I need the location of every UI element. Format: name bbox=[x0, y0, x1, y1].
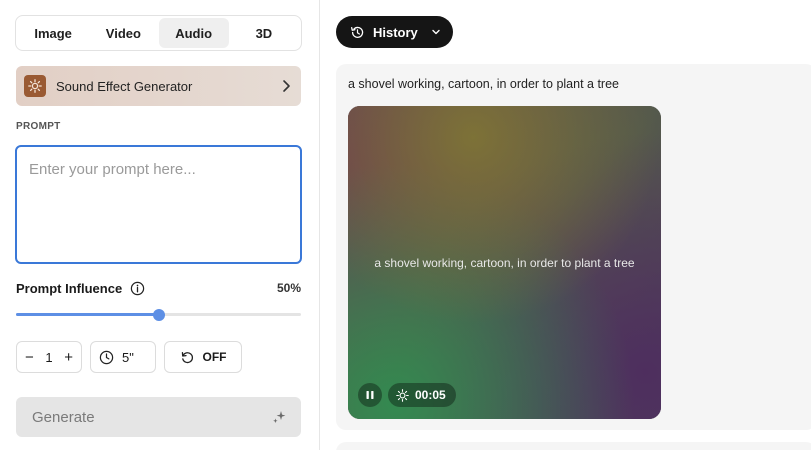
generate-label: Generate bbox=[32, 408, 95, 426]
preview-caption: a shovel working, cartoon, in order to p… bbox=[374, 256, 635, 270]
loop-value: OFF bbox=[202, 350, 227, 364]
slider-fill bbox=[16, 313, 159, 316]
count-value: 1 bbox=[45, 349, 53, 365]
chevron-right-icon bbox=[283, 80, 290, 92]
duration-value: 5" bbox=[122, 349, 134, 365]
pause-icon bbox=[366, 391, 374, 399]
prompt-input[interactable] bbox=[15, 145, 302, 264]
tab-3d[interactable]: 3D bbox=[229, 18, 299, 48]
time-value: 00:05 bbox=[415, 388, 446, 402]
increment-button[interactable]: + bbox=[64, 350, 73, 365]
next-result-card bbox=[336, 442, 811, 450]
prompt-influence-slider[interactable] bbox=[16, 309, 301, 321]
sound-effect-icon bbox=[396, 388, 409, 402]
generation-controls: − 1 + 5" OFF bbox=[16, 341, 242, 373]
result-prompt-text: a shovel working, cartoon, in order to p… bbox=[348, 77, 619, 91]
prompt-influence-row: Prompt Influence 50% bbox=[16, 278, 301, 298]
generator-label: Sound Effect Generator bbox=[56, 78, 193, 94]
media-type-tabs: Image Video Audio 3D bbox=[15, 15, 302, 51]
slider-thumb[interactable] bbox=[152, 309, 165, 321]
result-card: a shovel working, cartoon, in order to p… bbox=[336, 64, 811, 430]
clock-icon bbox=[99, 350, 114, 364]
app-root: Image Video Audio 3D Sound Effect Genera… bbox=[0, 0, 811, 450]
history-label: History bbox=[373, 24, 418, 40]
prompt-influence-value: 50% bbox=[276, 281, 301, 295]
player-controls: 00:05 bbox=[358, 383, 456, 407]
loop-toggle[interactable]: OFF bbox=[164, 341, 242, 373]
history-button[interactable]: History bbox=[336, 16, 453, 48]
prompt-influence-label: Prompt Influence bbox=[16, 280, 123, 296]
tab-image[interactable]: Image bbox=[18, 18, 88, 48]
sound-effect-icon bbox=[24, 75, 46, 97]
count-stepper: − 1 + bbox=[16, 341, 82, 373]
audio-preview[interactable]: a shovel working, cartoon, in order to p… bbox=[348, 106, 661, 419]
generator-selector[interactable]: Sound Effect Generator bbox=[16, 66, 301, 106]
right-panel: History a shovel working, cartoon, in or… bbox=[320, 0, 811, 450]
pause-button[interactable] bbox=[358, 383, 382, 407]
prompt-section-label: PROMPT bbox=[16, 121, 61, 132]
duration-badge: 00:05 bbox=[388, 383, 456, 407]
info-icon[interactable] bbox=[130, 281, 145, 296]
generate-button[interactable]: Generate bbox=[16, 397, 301, 437]
decrement-button[interactable]: − bbox=[25, 350, 34, 365]
tab-video[interactable]: Video bbox=[88, 18, 158, 48]
left-panel: Image Video Audio 3D Sound Effect Genera… bbox=[0, 0, 320, 450]
duration-button[interactable]: 5" bbox=[90, 341, 156, 373]
loop-icon bbox=[181, 351, 193, 363]
history-icon bbox=[351, 26, 364, 38]
sparkle-icon bbox=[273, 411, 286, 423]
chevron-down-icon bbox=[432, 29, 440, 35]
tab-audio[interactable]: Audio bbox=[158, 18, 229, 48]
